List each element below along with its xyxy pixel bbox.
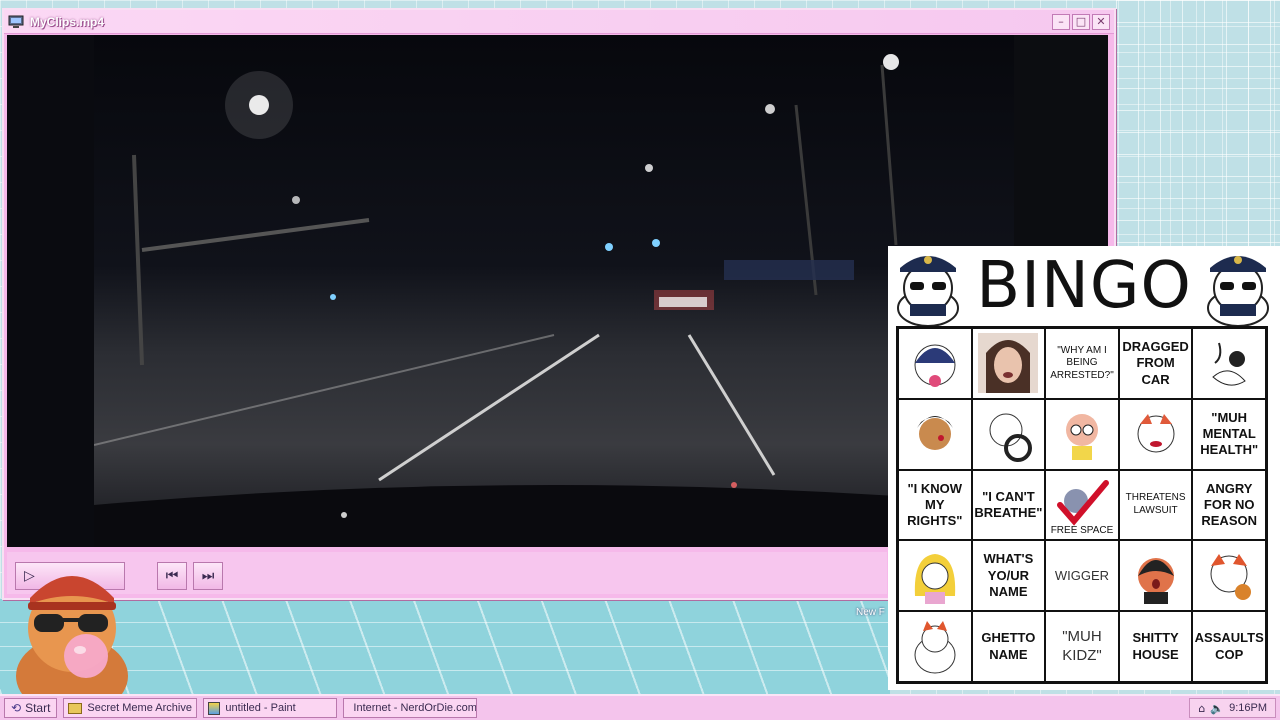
- bingo-cell: WIGGER: [1045, 540, 1119, 612]
- bingo-cell: "I KNOW MY RIGHTS": [898, 469, 972, 541]
- taskbar-item-paint[interactable]: untitled - Paint: [203, 698, 338, 718]
- clock[interactable]: 9:16PM: [1229, 702, 1267, 714]
- shocked-cat-sticker-icon: [1137, 557, 1174, 604]
- dashcam-video-frame: [93, 35, 1014, 547]
- bingo-cell: WHAT'S YO/UR NAME: [971, 540, 1046, 612]
- window-titlebar[interactable]: MyClips.mp4 – □ ✕: [4, 10, 1114, 34]
- bingo-cell: [1118, 540, 1193, 612]
- sad-cat-sticker-icon: [1137, 414, 1175, 453]
- blonde-girl-sticker-icon: [914, 553, 955, 604]
- nun-cat-sticker-icon: [914, 344, 956, 388]
- bingo-card: BINGO "WHY AM I BEING ARRESTED?" DRAGGED…: [888, 246, 1280, 690]
- chubby-cat-sticker-icon: [914, 620, 956, 674]
- previous-track-button[interactable]: ⏮: [157, 562, 187, 590]
- monitor-icon: [8, 15, 24, 28]
- network-icon[interactable]: ⌂: [1198, 702, 1205, 715]
- bingo-cell: [971, 328, 1046, 399]
- bingo-cell: GHETTO NAME: [971, 611, 1046, 682]
- bingo-cell: ASSAULTS COP: [1192, 611, 1266, 682]
- bingo-cell: [1192, 328, 1266, 399]
- next-track-button[interactable]: ⏭: [193, 562, 223, 590]
- bingo-cell: "MUH KIDZ": [1045, 611, 1119, 682]
- start-logo-icon: ⟲: [11, 701, 22, 715]
- bingo-cell: [971, 398, 1046, 470]
- taskbar: ⟲ Start Secret Meme Archive untitled - P…: [0, 694, 1280, 720]
- start-button[interactable]: ⟲ Start: [4, 698, 58, 718]
- folder-icon: [68, 702, 83, 714]
- bingo-cell: SHITTY HOUSE: [1118, 611, 1193, 682]
- start-label: Start: [25, 701, 51, 715]
- free-space-label: FREE SPACE: [1050, 524, 1114, 536]
- bleeding-boy-sticker-icon: [916, 416, 953, 451]
- system-tray: ⌂ 🔈 9:16PM: [1189, 698, 1276, 718]
- bingo-cell: [898, 328, 972, 399]
- bingo-cell: [1192, 540, 1266, 612]
- bingo-cell: [1045, 398, 1119, 470]
- window-title: MyClips.mp4: [30, 14, 105, 29]
- taskbar-item-internet[interactable]: Internet - NerdOrDie.com: [343, 698, 478, 718]
- grumpy-cat-sticker-icon: [1210, 553, 1252, 600]
- desktop-icon-label[interactable]: New F: [856, 607, 885, 618]
- close-icon[interactable]: ✕: [1092, 13, 1110, 30]
- cute-girl-sticker-icon: [1065, 414, 1098, 461]
- maximize-icon[interactable]: □: [1072, 13, 1090, 30]
- fainting-cat-sticker-icon: [1212, 343, 1246, 387]
- minimize-icon[interactable]: –: [1052, 13, 1070, 30]
- bingo-cell: "WHY AM I BEING ARRESTED?": [1045, 328, 1119, 399]
- volume-icon[interactable]: 🔈: [1210, 702, 1224, 715]
- bingo-cell: [1118, 398, 1193, 470]
- bingo-cell: [898, 398, 972, 470]
- bingo-cell: DRAGGED FROM CAR: [1118, 328, 1193, 399]
- taskbar-item-label: untitled - Paint: [225, 702, 296, 714]
- paint-icon: [208, 701, 221, 715]
- bingo-cell: "I CAN'T BREATHE": [971, 469, 1046, 541]
- bingo-cell: ANGRY FOR NO REASON: [1192, 469, 1266, 541]
- bingo-grid: "WHY AM I BEING ARRESTED?" DRAGGED FROM …: [896, 326, 1268, 684]
- taskbar-item-label: Secret Meme Archive: [87, 702, 192, 714]
- taskbar-item-secret-meme-archive[interactable]: Secret Meme Archive: [63, 698, 198, 718]
- crying-woman-photo-icon: [978, 333, 1039, 394]
- taskbar-item-label: Internet - NerdOrDie.com: [353, 702, 477, 714]
- desktop-background-panel: [1116, 0, 1280, 246]
- bingo-cell: [898, 611, 972, 682]
- bingo-cell: THREATENS LAWSUIT: [1118, 469, 1193, 541]
- cool-cat-sticker: [16, 576, 128, 698]
- driving-cat-sticker-icon: [989, 413, 1033, 463]
- bingo-cell-free-space: FREE SPACE: [1045, 469, 1119, 541]
- bingo-cell: [898, 540, 972, 612]
- bingo-title: BINGO: [976, 249, 1192, 323]
- bingo-cell: "MUH MENTAL HEALTH": [1192, 398, 1266, 470]
